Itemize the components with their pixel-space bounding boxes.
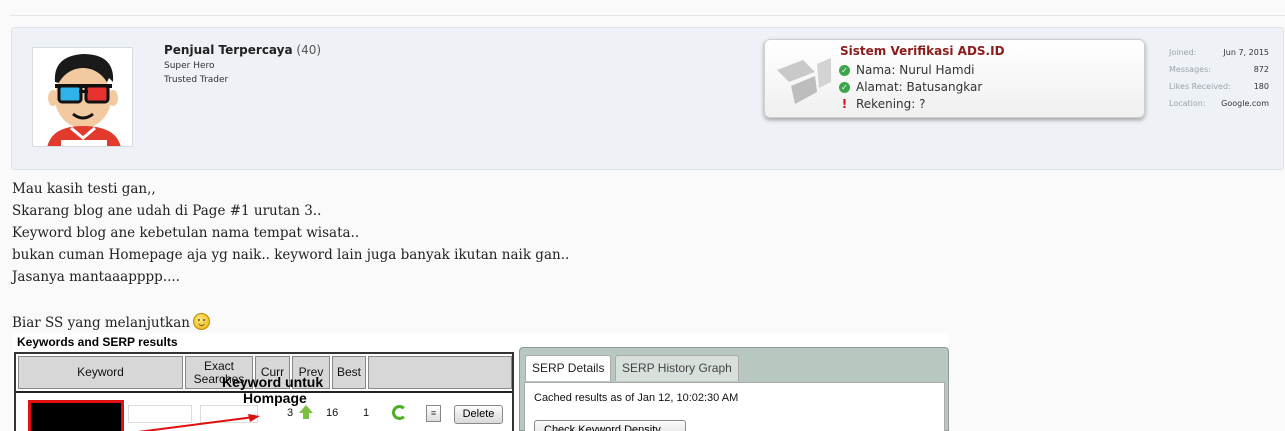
stat-joined: Joined: Jun 7, 2015 xyxy=(1169,44,1269,61)
curr-value: 3 xyxy=(287,407,294,419)
message-line: bukan cuman Homepage aja yg naik.. keywo… xyxy=(12,247,570,263)
notes-icon[interactable]: ≡ xyxy=(426,405,441,422)
username[interactable]: Penjual Terpercaya (40) xyxy=(164,43,321,57)
refresh-icon[interactable] xyxy=(392,405,407,420)
user-stats: Joined: Jun 7, 2015 Messages: 872 Likes … xyxy=(1169,44,1269,112)
stat-label: Messages: xyxy=(1169,65,1211,74)
verification-name: Nama: Nurul Hamdi xyxy=(856,63,975,77)
message-last-line: Biar SS yang melanjutkan xyxy=(12,313,210,331)
top-divider xyxy=(10,15,1285,16)
stat-label: Joined: xyxy=(1169,48,1197,57)
up-arrow-icon xyxy=(303,412,309,419)
verification-title: Sistem Verifikasi ADS.ID xyxy=(840,44,1005,58)
table-title: Keywords and SERP results xyxy=(17,335,178,349)
stat-value: 180 xyxy=(1253,82,1269,91)
check-icon: ✓ xyxy=(839,81,850,93)
cached-results-text: Cached results as of Jan 12, 10:02:30 AM xyxy=(534,392,739,404)
header-empty xyxy=(368,356,512,389)
check-keyword-density-button[interactable]: Check Keyword Density xyxy=(534,420,686,431)
embedded-screenshot[interactable]: Keywords and SERP results Keyword Exact … xyxy=(12,333,949,431)
stat-label: Location: xyxy=(1169,99,1206,108)
message-line: Biar SS yang melanjutkan xyxy=(12,315,190,331)
username-text[interactable]: Penjual Terpercaya xyxy=(164,43,293,57)
stat-likes: Likes Received: 180 xyxy=(1169,78,1269,95)
user-title-1: Super Hero xyxy=(164,61,215,71)
annotation-line-1: Keyword untuk xyxy=(222,374,324,390)
stat-label: Likes Received: xyxy=(1169,82,1231,91)
smiley-icon xyxy=(192,313,210,330)
verification-logo-icon xyxy=(777,58,831,104)
exclamation-icon: ! xyxy=(841,97,848,111)
annotation-arrow xyxy=(137,414,260,431)
verification-account: Rekening: ? xyxy=(856,97,926,111)
verification-name-row: ✓ Nama: Nurul Hamdi xyxy=(839,63,975,77)
post-count: (40) xyxy=(296,43,322,57)
verification-account-row: ! Rekening: ? xyxy=(839,97,926,111)
stat-value[interactable]: Google.com xyxy=(1221,99,1269,108)
message-line: Mau kasih testi gan,, xyxy=(12,181,156,197)
stat-messages: Messages: 872 xyxy=(1169,61,1269,78)
avatar[interactable] xyxy=(32,47,133,147)
stat-value[interactable]: 872 xyxy=(1254,65,1269,74)
serp-panel: SERP Details SERP History Graph Cached r… xyxy=(519,347,949,431)
serp-details-panel: Cached results as of Jan 12, 10:02:30 AM… xyxy=(524,382,945,431)
annotation-line-2: Hompage xyxy=(243,390,307,406)
best-value: 1 xyxy=(363,407,370,419)
delete-button[interactable]: Delete xyxy=(454,405,503,424)
check-icon: ✓ xyxy=(839,64,850,76)
verification-address-row: ✓ Alamat: Batusangkar xyxy=(839,80,982,94)
header-keyword: Keyword xyxy=(18,356,183,389)
header-best: Best xyxy=(332,356,366,389)
stat-value: Jun 7, 2015 xyxy=(1223,48,1269,57)
verification-address: Alamat: Batusangkar xyxy=(856,80,983,94)
stat-location: Location: Google.com xyxy=(1169,95,1269,112)
tab-serp-history-graph[interactable]: SERP History Graph xyxy=(615,355,739,381)
prev-value: 16 xyxy=(326,407,339,419)
tab-serp-details[interactable]: SERP Details xyxy=(525,355,612,381)
redacted-keyword xyxy=(28,400,124,431)
message-line: Jasanya mantaaapppp.... xyxy=(12,269,180,285)
message-line: Keyword blog ane kebetulan nama tempat w… xyxy=(12,225,360,241)
verification-box: Sistem Verifikasi ADS.ID ✓ Nama: Nurul H… xyxy=(764,39,1145,118)
user-title-2: Trusted Trader xyxy=(164,75,229,85)
message-line: Skarang blog ane udah di Page #1 urutan … xyxy=(12,203,322,219)
